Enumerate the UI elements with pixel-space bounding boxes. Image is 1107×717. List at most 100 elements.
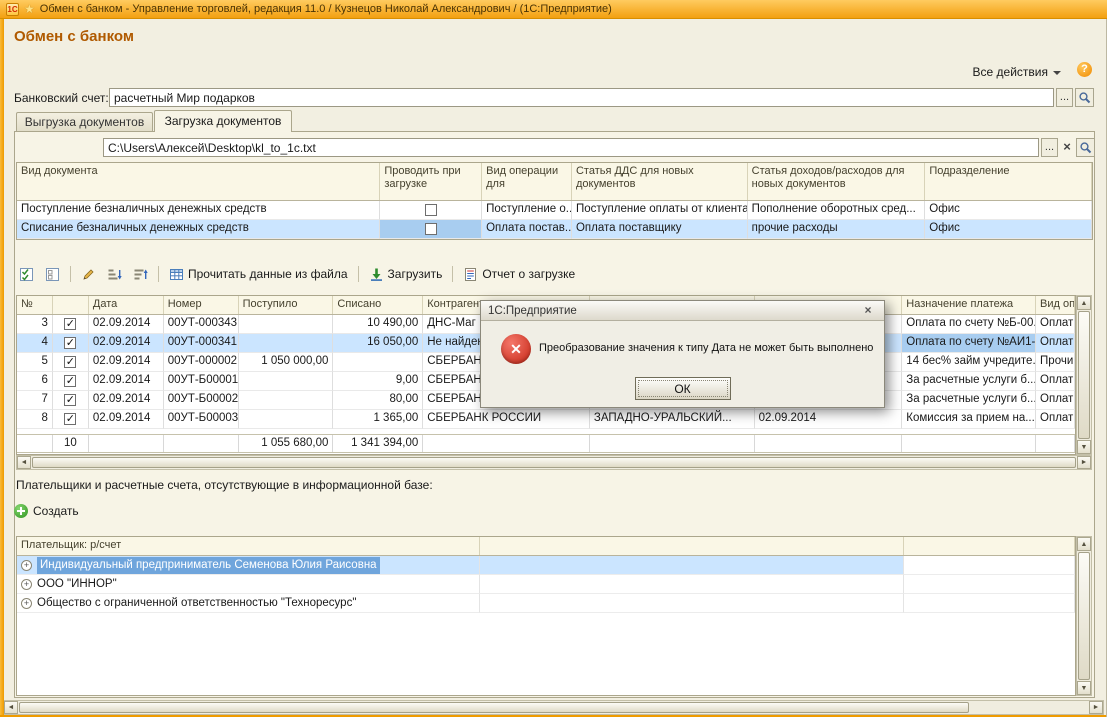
payment-cell-received[interactable] bbox=[239, 334, 334, 353]
col-header-doc-type[interactable]: Вид документа bbox=[17, 163, 380, 200]
scrollbar-thumb[interactable] bbox=[19, 702, 969, 713]
scroll-left-icon[interactable]: ◄ bbox=[17, 456, 31, 469]
payment-cell-num[interactable]: 7 bbox=[17, 391, 53, 410]
col-header-operation[interactable]: Вид операции для bbox=[482, 163, 572, 200]
checkbox-checked[interactable]: ✓ bbox=[64, 375, 76, 387]
scroll-up-icon[interactable]: ▲ bbox=[1077, 296, 1091, 310]
doc-cell-doc-type[interactable]: Списание безналичных денежных средств bbox=[17, 220, 380, 239]
payer-name-cell[interactable]: +Индивидуальный предприниматель Семенова… bbox=[17, 556, 480, 575]
col-header-payer[interactable]: Плательщик: р/счет bbox=[17, 537, 480, 555]
doc-cell-operation[interactable]: Оплата постав... bbox=[482, 220, 572, 239]
payment-cell-written-off[interactable]: 9,00 bbox=[333, 372, 423, 391]
payments-horizontal-scrollbar[interactable]: ◄ ► bbox=[16, 455, 1092, 470]
dialog-close-button[interactable]: × bbox=[859, 303, 877, 318]
scroll-left-icon[interactable]: ◄ bbox=[4, 701, 18, 714]
col-header-op-kind[interactable]: Вид оп bbox=[1036, 296, 1075, 314]
load-report-button[interactable]: Отчет о загрузке bbox=[460, 266, 578, 283]
payer-name-cell[interactable]: +ООО "ИННОР" bbox=[17, 575, 480, 594]
checkbox-checked[interactable]: ✓ bbox=[64, 318, 76, 330]
col-header-date[interactable]: Дата bbox=[89, 296, 164, 314]
payment-cell-num[interactable]: 6 bbox=[17, 372, 53, 391]
col-header-department[interactable]: Подразделение bbox=[925, 163, 1092, 200]
payment-cell-num[interactable]: 4 bbox=[17, 334, 53, 353]
payer-row[interactable]: +ООО "ИННОР" bbox=[17, 575, 1075, 594]
payment-cell-purpose[interactable]: За расчетные услуги б... bbox=[902, 372, 1036, 391]
bank-account-input[interactable] bbox=[109, 88, 1054, 107]
post-on-load-cell[interactable] bbox=[380, 220, 482, 239]
payment-flag-cell[interactable]: ✓ bbox=[53, 315, 89, 334]
col-header-num[interactable]: № bbox=[17, 296, 53, 314]
doc-cell-doc-type[interactable]: Поступление безналичных денежных средств bbox=[17, 201, 380, 220]
doc-settings-row[interactable]: Списание безналичных денежных средств Опл… bbox=[17, 220, 1092, 239]
payer-cell[interactable] bbox=[904, 594, 1075, 613]
payment-cell-date[interactable]: 02.09.2014 bbox=[89, 391, 164, 410]
payer-name-cell[interactable]: +Общество с ограниченной ответственность… bbox=[17, 594, 480, 613]
file-clear-button[interactable]: × bbox=[1060, 138, 1074, 157]
payment-cell-op-kind[interactable]: Оплат bbox=[1036, 410, 1075, 429]
doc-cell-dds[interactable]: Оплата поставщику bbox=[572, 220, 748, 239]
payment-cell-op-kind[interactable]: Оплат bbox=[1036, 334, 1075, 353]
payment-cell-date[interactable]: 02.09.2014 bbox=[89, 410, 164, 429]
payment-cell-date[interactable]: 02.09.2014 bbox=[89, 334, 164, 353]
col-header-purpose[interactable]: Назначение платежа bbox=[902, 296, 1036, 314]
payment-cell-num[interactable]: 8 bbox=[17, 410, 53, 429]
payment-cell-written-off[interactable]: 16 050,00 bbox=[333, 334, 423, 353]
checkbox-checked[interactable]: ✓ bbox=[64, 413, 76, 425]
payment-cell-written-off[interactable] bbox=[333, 353, 423, 372]
col-header-written-off[interactable]: Списано bbox=[333, 296, 423, 314]
payment-cell-received[interactable] bbox=[239, 315, 334, 334]
payment-flag-cell[interactable]: ✓ bbox=[53, 391, 89, 410]
payment-flag-cell[interactable]: ✓ bbox=[53, 334, 89, 353]
scroll-right-icon[interactable]: ► bbox=[1089, 701, 1103, 714]
scrollbar-thumb[interactable] bbox=[1078, 311, 1090, 439]
file-search-button[interactable] bbox=[1076, 138, 1095, 157]
payment-cell-counterparty[interactable]: СБЕРБАНК РОССИИ bbox=[423, 410, 590, 429]
edit-button[interactable] bbox=[78, 266, 99, 283]
scrollbar-thumb[interactable] bbox=[1078, 552, 1090, 680]
sort-descending-button[interactable] bbox=[130, 266, 151, 283]
payment-flag-cell[interactable]: ✓ bbox=[53, 353, 89, 372]
payment-cell-written-off[interactable]: 80,00 bbox=[333, 391, 423, 410]
checkbox-unchecked[interactable] bbox=[425, 204, 437, 216]
all-actions-button[interactable]: Все действия bbox=[973, 63, 1061, 81]
doc-cell-department[interactable]: Офис bbox=[925, 201, 1092, 220]
window-horizontal-scrollbar[interactable]: ◄ ► bbox=[3, 700, 1104, 715]
payment-cell-purpose[interactable]: Комиссия за прием на... bbox=[902, 410, 1036, 429]
payment-cell-received[interactable] bbox=[239, 372, 334, 391]
payment-cell-num[interactable]: 3 bbox=[17, 315, 53, 334]
help-icon[interactable]: ? bbox=[1077, 62, 1092, 77]
bank-account-select-button[interactable]: ... bbox=[1056, 88, 1073, 107]
doc-cell-operation[interactable]: Поступление о... bbox=[482, 201, 572, 220]
payment-cell-number[interactable]: 00УТ-000343 bbox=[164, 315, 239, 334]
payment-cell-number[interactable]: 00УТ-000341 bbox=[164, 334, 239, 353]
payment-cell-written-off[interactable]: 1 365,00 bbox=[333, 410, 423, 429]
col-header-empty[interactable] bbox=[480, 537, 904, 555]
payment-cell-purpose[interactable]: Оплата по счету №АИ1- bbox=[902, 334, 1036, 353]
payment-flag-cell[interactable]: ✓ bbox=[53, 372, 89, 391]
payments-vertical-scrollbar[interactable]: ▲ ▼ bbox=[1076, 295, 1092, 455]
checkbox-checked[interactable]: ✓ bbox=[64, 356, 76, 368]
col-header-number[interactable]: Номер bbox=[164, 296, 239, 314]
checkbox-unchecked[interactable] bbox=[425, 223, 437, 235]
doc-cell-income-expense[interactable]: прочие расходы bbox=[748, 220, 926, 239]
doc-cell-dds[interactable]: Поступление оплаты от клиента bbox=[572, 201, 748, 220]
payer-row[interactable]: +Общество с ограниченной ответственность… bbox=[17, 594, 1075, 613]
expand-icon[interactable]: + bbox=[21, 579, 32, 590]
ok-button[interactable]: ОК bbox=[635, 377, 731, 400]
payment-flag-cell[interactable]: ✓ bbox=[53, 410, 89, 429]
payment-cell-written-off[interactable]: 10 490,00 bbox=[333, 315, 423, 334]
tab-load-documents[interactable]: Загрузка документов bbox=[154, 110, 292, 132]
payment-cell-op-kind[interactable]: Оплат bbox=[1036, 372, 1075, 391]
scroll-up-icon[interactable]: ▲ bbox=[1077, 537, 1091, 551]
payers-vertical-scrollbar[interactable]: ▲ ▼ bbox=[1076, 536, 1092, 696]
checkbox-checked[interactable]: ✓ bbox=[64, 394, 76, 406]
scroll-down-icon[interactable]: ▼ bbox=[1077, 681, 1091, 695]
favorites-star-icon[interactable]: ★ bbox=[24, 3, 35, 15]
file-select-button[interactable]: ... bbox=[1041, 138, 1058, 157]
file-upload-input[interactable] bbox=[103, 138, 1039, 157]
payment-cell-op-kind[interactable]: Оплат bbox=[1036, 391, 1075, 410]
payment-cell-num[interactable]: 5 bbox=[17, 353, 53, 372]
scroll-down-icon[interactable]: ▼ bbox=[1077, 440, 1091, 454]
expand-icon[interactable]: + bbox=[21, 598, 32, 609]
col-header-flag[interactable] bbox=[53, 296, 89, 314]
